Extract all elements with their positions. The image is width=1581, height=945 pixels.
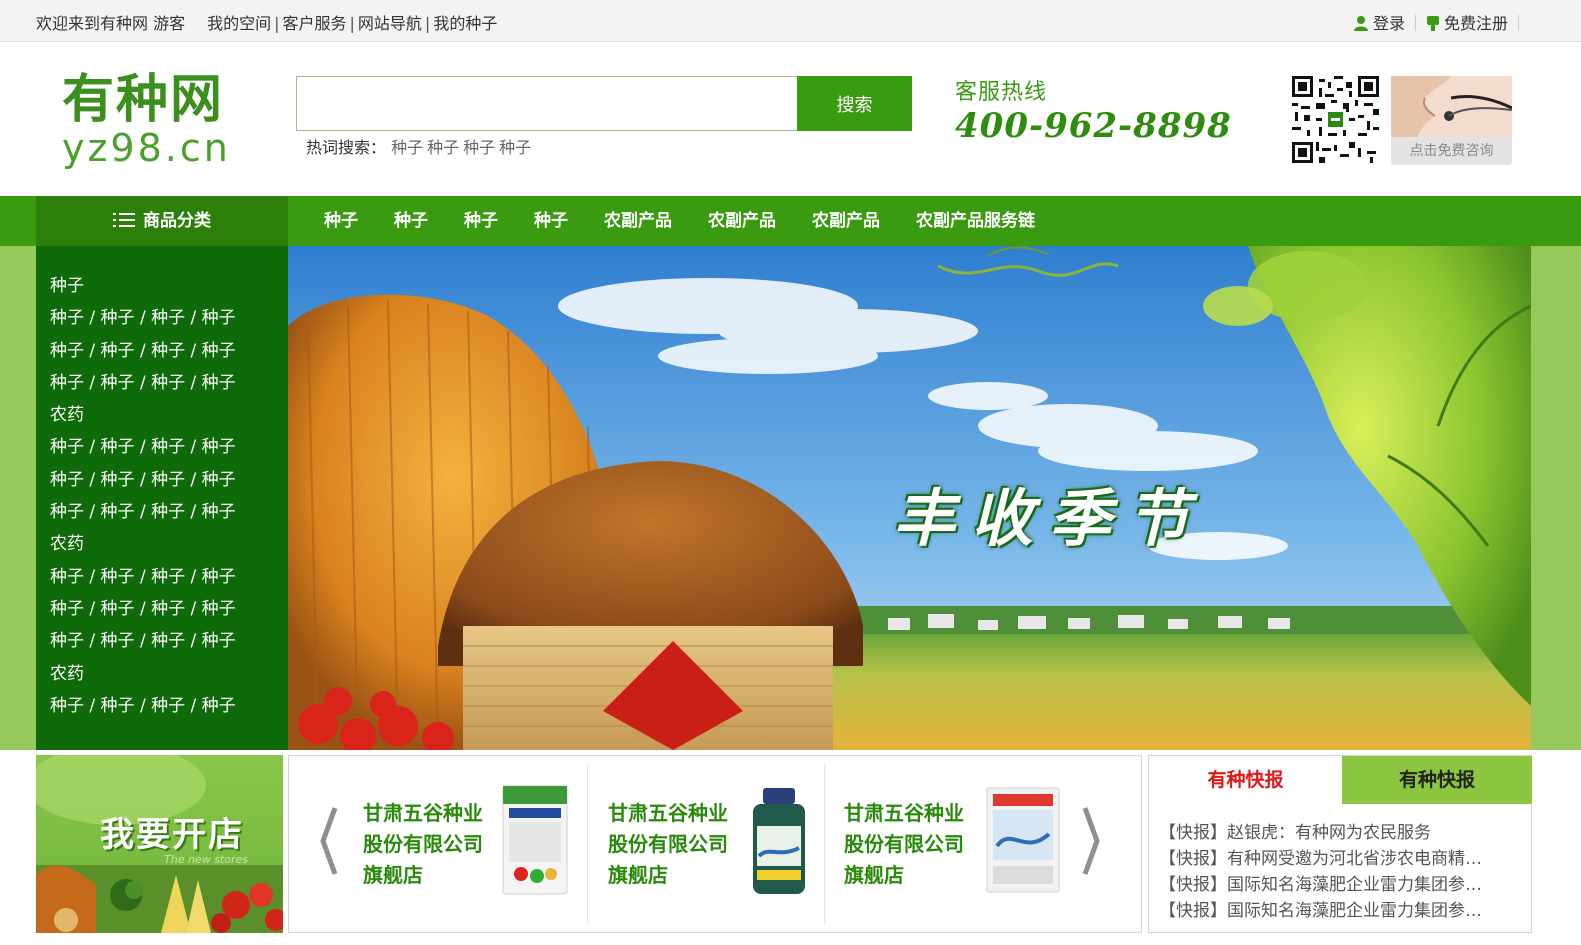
news-list: 【快报】赵银虎：有种网为农民服务 【快报】有种网受邀为河北省涉农电商精准扶贫 【… — [1149, 804, 1531, 924]
nav-item[interactable]: 农副产品 — [586, 196, 690, 246]
login-link[interactable]: 登录 — [1353, 14, 1405, 33]
search-box — [296, 76, 798, 131]
welcome-text: 欢迎来到有种网 游客 — [36, 14, 186, 33]
sidebar-row[interactable]: 农药 — [50, 658, 288, 690]
card-divider — [824, 764, 825, 924]
nav-item[interactable]: 种子 — [376, 196, 446, 246]
sidebar-row[interactable]: 种子 / 种子 / 种子 / 种子 — [50, 464, 288, 496]
top-bar-right: 登录 免费注册 — [1353, 10, 1529, 34]
login-label: 登录 — [1372, 14, 1405, 33]
site-logo[interactable]: 有种网 yz98.cn — [62, 72, 232, 172]
top-bar: 欢迎来到有种网 游客 我的空间 | 客户服务 | 网站导航 | 我的种子 登录 免费注册 — [0, 0, 1581, 42]
news-tab-other[interactable]: 有种快报 — [1342, 756, 1532, 804]
sidebar-row[interactable]: 种子 / 种子 / 种子 / 种子 — [50, 431, 288, 463]
sidebar-row[interactable]: 种子 — [50, 270, 288, 302]
hot-words: 热词搜索： 种子 种子 种子 种子 — [306, 134, 535, 158]
product-card[interactable]: 甘肃五谷种业股份有限公司旗舰店 — [830, 756, 1070, 932]
logo-en-text: yz98.cn — [62, 126, 231, 170]
top-bar-left: 欢迎来到有种网 游客 我的空间 | 客户服务 | 网站导航 | 我的种子 — [36, 14, 498, 33]
sidebar-row[interactable]: 种子 / 种子 / 种子 / 种子 — [50, 496, 288, 528]
search-button[interactable]: 搜索 — [797, 76, 912, 131]
sidebar-row[interactable]: 种子 / 种子 / 种子 / 种子 — [50, 367, 288, 399]
category-sidebar: 种子 种子 / 种子 / 种子 / 种子 种子 / 种子 / 种子 / 种子 种… — [36, 246, 288, 750]
carousel-prev-arrow-icon[interactable] — [319, 806, 339, 876]
user-icon — [1353, 16, 1368, 31]
news-tabs: 有种快报 有种快报 — [1149, 756, 1532, 804]
news-item[interactable]: 【快报】有种网受邀为河北省涉农电商精准扶贫 — [1159, 846, 1491, 872]
nav-item[interactable]: 农副产品 — [690, 196, 794, 246]
nav-item[interactable]: 种子 — [446, 196, 516, 246]
nav-items: 种子 种子 种子 种子 农副产品 农副产品 农副产品 农副产品服务链 — [306, 196, 1053, 246]
register-icon — [1426, 16, 1439, 31]
consult-widget[interactable]: 点击免费咨询 — [1391, 76, 1512, 165]
sidebar-row[interactable]: 种子 / 种子 / 种子 / 种子 — [50, 561, 288, 593]
hero-banner[interactable]: 丰收季节 — [288, 246, 1531, 750]
hot-word[interactable]: 种子 — [391, 138, 423, 157]
category-menu-button[interactable]: 商品分类 — [36, 196, 288, 246]
product-card[interactable]: 甘肃五谷种业股份有限公司旗舰店 — [349, 756, 589, 932]
link-my-seeds[interactable]: 我的种子 — [433, 14, 497, 33]
hotline: 客服热线 400-962-8898 — [955, 74, 1232, 146]
sidebar-row[interactable]: 农药 — [50, 528, 288, 560]
hot-word[interactable]: 种子 — [499, 138, 531, 157]
sidebar-row[interactable]: 种子 / 种子 / 种子 / 种子 — [50, 302, 288, 334]
open-store-title: 我要开店 — [100, 815, 244, 855]
hot-words-label: 热词搜索： — [306, 138, 387, 157]
sidebar-row[interactable]: 种子 / 种子 / 种子 / 种子 — [50, 335, 288, 367]
product-image — [502, 785, 568, 895]
nav-item[interactable]: 种子 — [516, 196, 586, 246]
register-label: 免费注册 — [1443, 14, 1508, 33]
product-carousel: 甘肃五谷种业股份有限公司旗舰店 甘肃五谷种业股份有限公司旗舰店 甘肃五谷种业股份… — [288, 755, 1142, 933]
search-input[interactable] — [297, 77, 797, 130]
product-name: 甘肃五谷种业股份有限公司旗舰店 — [363, 801, 483, 887]
nav-item[interactable]: 农副产品服务链 — [898, 196, 1053, 246]
link-customer-service[interactable]: 客户服务 — [283, 14, 347, 33]
sidebar-row[interactable]: 种子 / 种子 / 种子 / 种子 — [50, 690, 288, 722]
link-my-space[interactable]: 我的空间 — [207, 14, 271, 33]
sidebar-row[interactable]: 种子 / 种子 / 种子 / 种子 — [50, 625, 288, 657]
product-image — [753, 788, 805, 894]
news-item[interactable]: 【快报】国际知名海藻肥企业雷力集团参观有种网 — [1159, 872, 1491, 898]
consult-photo — [1391, 76, 1512, 137]
open-store-banner[interactable]: 我要开店 The new stores — [36, 755, 283, 933]
product-name: 甘肃五谷种业股份有限公司旗舰店 — [844, 801, 964, 887]
news-item[interactable]: 【快报】国际知名海藻肥企业雷力集团参观有种网 — [1159, 898, 1491, 924]
logo-cn-text: 有种网 — [62, 70, 225, 130]
list-icon — [113, 213, 135, 227]
card-divider — [587, 764, 588, 924]
news-panel: 有种快报 有种快报 【快报】赵银虎：有种网为农民服务 【快报】有种网受邀为河北省… — [1148, 755, 1532, 933]
product-card[interactable]: 甘肃五谷种业股份有限公司旗舰店 — [594, 756, 829, 932]
open-store-subtitle: The new stores — [164, 853, 248, 866]
product-image — [986, 787, 1060, 893]
main-nav: 商品分类 种子 种子 种子 种子 农副产品 农副产品 农副产品 农副产品服务链 — [0, 196, 1581, 246]
category-label: 商品分类 — [143, 211, 211, 231]
register-link[interactable]: 免费注册 — [1426, 14, 1508, 33]
product-name: 甘肃五谷种业股份有限公司旗舰店 — [608, 801, 728, 887]
banner-slogan: 丰收季节 — [893, 482, 1206, 555]
news-item[interactable]: 【快报】赵银虎：有种网为农民服务 — [1159, 820, 1491, 846]
carousel-next-arrow-icon[interactable] — [1081, 806, 1101, 876]
nav-item[interactable]: 种子 — [306, 196, 376, 246]
hotline-label: 客服热线 — [955, 80, 1048, 105]
hot-word[interactable]: 种子 — [463, 138, 495, 157]
news-tab-active[interactable]: 有种快报 — [1149, 756, 1342, 804]
nav-item[interactable]: 农副产品 — [794, 196, 898, 246]
link-site-nav[interactable]: 网站导航 — [358, 14, 422, 33]
hotline-number: 400-962-8898 — [955, 106, 1232, 146]
hot-word[interactable]: 种子 — [427, 138, 459, 157]
qr-code-image — [1292, 76, 1379, 163]
sidebar-row[interactable]: 种子 / 种子 / 种子 / 种子 — [50, 593, 288, 625]
sidebar-row[interactable]: 农药 — [50, 399, 288, 431]
consult-button[interactable]: 点击免费咨询 — [1391, 137, 1512, 165]
